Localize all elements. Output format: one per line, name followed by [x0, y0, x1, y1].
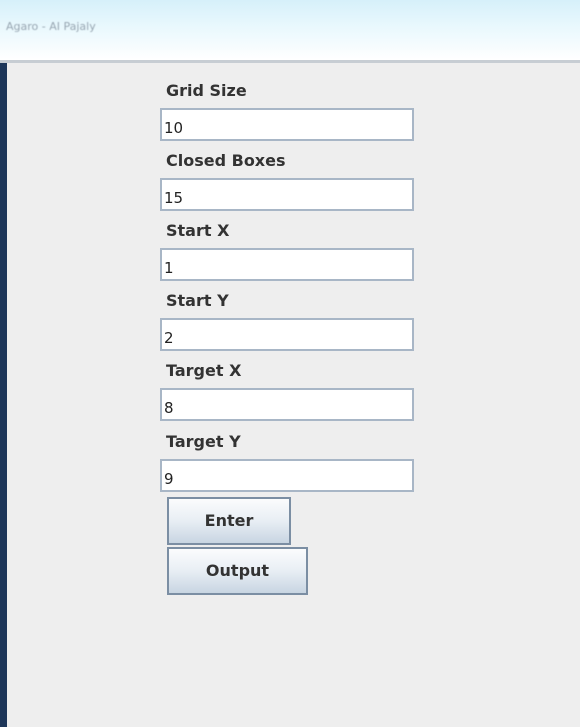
- target-x-label: Target X: [166, 361, 242, 380]
- target-x-input[interactable]: 8: [160, 388, 414, 421]
- enter-button[interactable]: Enter: [167, 497, 291, 545]
- start-y-input[interactable]: 2: [160, 318, 414, 351]
- target-y-input[interactable]: 9: [160, 459, 414, 492]
- grid-size-input[interactable]: 10: [160, 108, 414, 141]
- start-y-label: Start Y: [166, 291, 229, 310]
- closed-boxes-label: Closed Boxes: [166, 151, 286, 170]
- start-x-label: Start X: [166, 221, 230, 240]
- window-title: Agaro - AI Pajaly: [6, 20, 96, 33]
- closed-boxes-input[interactable]: 15: [160, 178, 414, 211]
- grid-size-label: Grid Size: [166, 81, 247, 100]
- target-y-label: Target Y: [166, 432, 241, 451]
- start-x-input[interactable]: 1: [160, 248, 414, 281]
- form-panel: Grid Size 10 Closed Boxes 15 Start X 1 S…: [7, 63, 580, 727]
- output-button[interactable]: Output: [167, 547, 308, 595]
- window-title-bar: Agaro - AI Pajaly: [0, 0, 580, 60]
